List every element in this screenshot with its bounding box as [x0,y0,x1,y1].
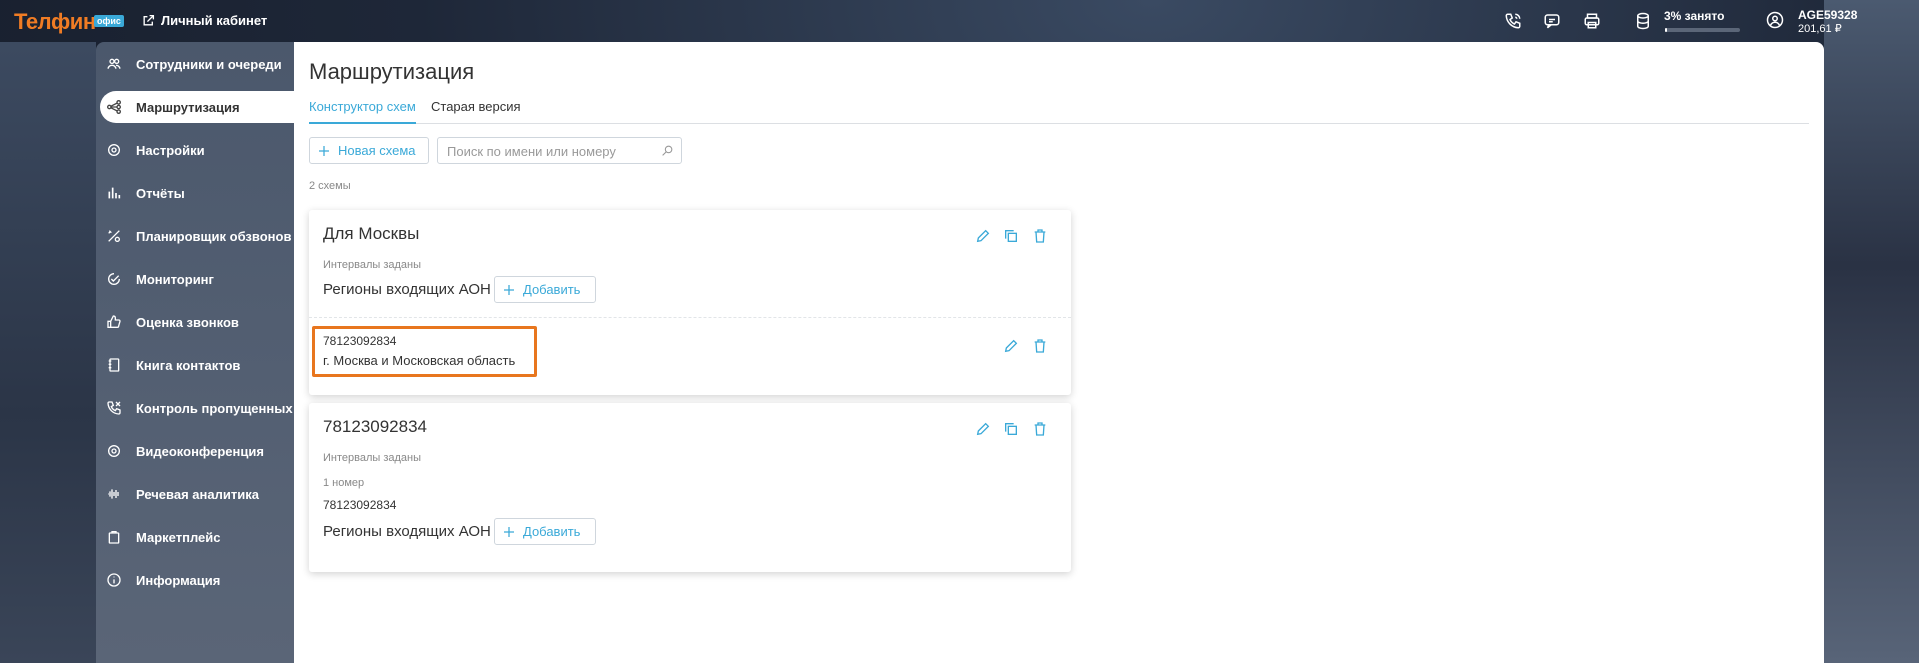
external-link-icon [143,14,155,26]
user-circle-icon[interactable] [1766,11,1786,31]
sidebar-item-label: Планировщик обзвонов [136,228,292,244]
main-panel: Маршрутизация Конструктор схем Старая ве… [294,42,1824,663]
sidebar-item-label: Информация [136,572,221,588]
sidebar-item-marketplace[interactable]: Маркетплейс [96,521,294,553]
sidebar-item-label: Книга контактов [136,357,241,373]
add-region-button[interactable]: Добавить [494,518,596,545]
region-name: г. Москва и Московская область [323,353,516,368]
plus-icon [504,284,514,295]
delete-icon[interactable] [1032,228,1048,244]
settings-icon [106,142,122,158]
edit-icon[interactable] [975,228,991,244]
sidebar-item-employees[interactable]: Сотрудники и очереди [96,48,294,80]
bag-icon [106,529,122,545]
new-scheme-button[interactable]: Новая схема [309,137,429,164]
database-icon[interactable] [1634,12,1652,30]
edit-icon[interactable] [975,421,991,437]
phone-icon[interactable] [1504,12,1522,30]
missed-call-icon [106,400,122,416]
scheme-title: Для Москвы [323,224,420,243]
waveform-icon [106,486,122,502]
background-right [1824,0,1919,663]
storage-usage-fill [1665,28,1668,32]
info-icon [106,572,122,588]
printer-icon[interactable] [1583,12,1601,30]
sidebar-item-contacts[interactable]: Книга контактов [96,349,294,381]
scheme-count: 2 схемы [309,180,351,192]
search-icon[interactable] [661,144,674,157]
routing-icon [106,99,122,115]
new-scheme-label: Новая схема [338,143,416,158]
tab-scheme-builder[interactable]: Конструктор схем [309,99,416,124]
balance: 201,61 ₽ [1798,23,1842,35]
personal-cabinet-label: Личный кабинет [161,13,268,28]
sidebar-item-missed-calls[interactable]: Контроль пропущенных [96,392,294,424]
sidebar-item-label: Сотрудники и очереди [136,56,282,72]
sidebar-item-settings[interactable]: Настройки [96,134,294,166]
sidebar-item-label: Маршрутизация [136,99,240,115]
search-input[interactable] [445,139,659,164]
copy-icon[interactable] [1003,421,1019,437]
sidebar-item-label: Мониторинг [136,271,214,287]
tab-bar: Конструктор схем Старая версия [309,99,1809,124]
book-icon [106,357,122,373]
sidebar-item-speech-analytics[interactable]: Речевая аналитика [96,478,294,510]
tab-old-version[interactable]: Старая версия [431,99,521,122]
add-label: Добавить [523,282,581,297]
regions-label: Регионы входящих АОН [323,523,491,540]
sidebar-item-label: Настройки [136,142,205,158]
storage-usage-text: 3% занято [1664,9,1725,23]
sidebar-item-label: Маркетплейс [136,529,221,545]
delete-icon[interactable] [1032,338,1048,354]
logo[interactable]: Телфин [14,9,96,35]
numbers-count: 1 номер [323,477,365,489]
search-field[interactable] [437,137,682,164]
users-icon [106,56,122,72]
sidebar-item-label: Контроль пропущенных [136,400,293,416]
sidebar-item-monitoring[interactable]: Мониторинг [96,263,294,295]
sidebar-item-scheduler[interactable]: Планировщик обзвонов [96,220,294,252]
thumb-up-icon [106,314,122,330]
page-title: Маршрутизация [309,59,475,84]
bar-chart-icon [106,185,122,201]
scheduler-icon [106,228,122,244]
background-left [0,42,96,663]
monitoring-icon [106,271,122,287]
user-id: AGE59328 [1798,8,1858,22]
sidebar-item-videoconference[interactable]: Видеоконференция [96,435,294,467]
sidebar-item-information[interactable]: Информация [96,564,294,596]
scheme-card[interactable]: 78123092834 Интервалы заданы 1 номер 781… [309,403,1071,572]
scheme-card[interactable]: Для Москвы Интервалы заданы Регионы вход… [309,210,1071,395]
user-account[interactable]: AGE59328 201,61 ₽ [1798,8,1857,36]
edit-icon[interactable] [1003,338,1019,354]
plus-icon [319,145,329,156]
personal-cabinet-link[interactable]: Личный кабинет [142,13,267,28]
sidebar-item-call-rating[interactable]: Оценка звонков [96,306,294,338]
add-region-button[interactable]: Добавить [494,276,596,303]
sidebar: Сотрудники и очереди Маршрутизация Настр… [96,42,294,663]
regions-label: Регионы входящих АОН [323,281,491,298]
sidebar-item-label: Видеоконференция [136,443,264,459]
plus-icon [504,526,514,537]
add-label: Добавить [523,524,581,539]
intervals-status: Интервалы заданы [323,452,422,464]
scheme-title: 78123092834 [323,417,428,436]
sidebar-item-label: Отчёты [136,185,185,201]
storage-usage-bar [1665,28,1740,32]
divider [309,317,1071,318]
top-bar: Телфин офис Личный кабинет 3% занято AGE… [0,0,1919,42]
sidebar-item-routing[interactable]: Маршрутизация [100,91,294,123]
delete-icon[interactable] [1032,421,1048,437]
sidebar-item-label: Оценка звонков [136,314,239,330]
intervals-status: Интервалы заданы [323,259,422,271]
sidebar-item-reports[interactable]: Отчёты [96,177,294,209]
region-number: 78123092834 [323,334,397,348]
copy-icon[interactable] [1003,228,1019,244]
video-icon [106,443,122,459]
logo-badge: офис [94,15,124,27]
scheme-number: 78123092834 [323,498,397,512]
sidebar-item-label: Речевая аналитика [136,486,259,502]
chat-icon[interactable] [1543,12,1561,30]
